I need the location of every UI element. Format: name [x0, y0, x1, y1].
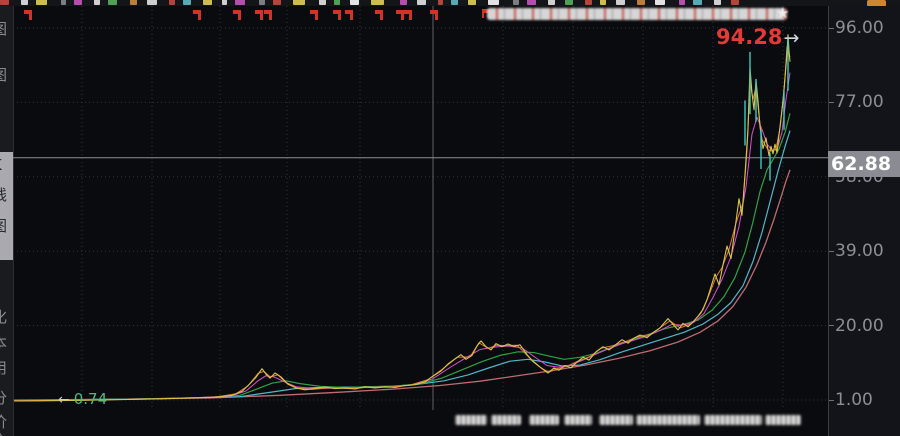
price-alt-line	[14, 47, 790, 401]
blurred-date-label	[636, 415, 700, 425]
axis-tick-label: 96.00	[829, 19, 900, 37]
event-flag-icon[interactable]	[333, 10, 341, 21]
axis-tick-text: 96.00	[835, 18, 884, 38]
blurred-date-label	[765, 415, 801, 425]
event-flag-icon[interactable]	[24, 10, 32, 21]
axis-tick-mark	[829, 28, 834, 29]
flag-stem	[350, 14, 353, 20]
blurred-date-label	[491, 415, 521, 425]
flag-stem	[198, 14, 201, 20]
period-high-annotation: 94.28→	[716, 25, 799, 49]
flag-stem	[260, 14, 263, 20]
arrow-left-icon: ←	[58, 392, 70, 408]
flag-stem	[269, 14, 272, 20]
star-icon: ★	[776, 4, 789, 22]
flag-stem	[338, 14, 341, 20]
blurred-date-label	[599, 415, 633, 425]
axis-tick-mark	[829, 102, 834, 103]
flag-stem	[380, 14, 383, 20]
blur-texture	[455, 415, 487, 425]
series-layer	[14, 35, 790, 401]
axis-tick-mark	[829, 325, 834, 326]
event-marker-specks	[487, 8, 787, 20]
event-flag-icon[interactable]	[430, 10, 438, 21]
axis-tick-label: 1.00	[829, 391, 900, 409]
blur-texture	[599, 415, 633, 425]
blur-texture	[491, 415, 521, 425]
blur-texture	[704, 415, 762, 425]
event-flag-icon[interactable]	[396, 10, 404, 21]
ma-long-line	[14, 170, 790, 400]
price-chart-canvas[interactable]	[0, 0, 900, 436]
event-marker-cluster[interactable]	[487, 8, 787, 20]
blurred-date-label	[455, 415, 487, 425]
event-flag-icon[interactable]	[233, 10, 241, 21]
price-axis[interactable]: 96.0077.0058.0039.0020.001.00 62.88	[828, 6, 900, 436]
event-flag-icon[interactable]	[310, 10, 318, 21]
axis-tick-label: 77.00	[829, 93, 900, 111]
blurred-date-label	[529, 415, 559, 425]
blurred-date-label	[704, 415, 762, 425]
blur-texture	[636, 415, 700, 425]
axis-tick-text: 1.00	[835, 390, 873, 410]
flag-stem	[315, 14, 318, 20]
blur-texture	[564, 415, 592, 425]
period-high-value: 94.28	[716, 25, 782, 49]
blur-texture	[529, 415, 559, 425]
flag-stem	[435, 14, 438, 20]
blurred-date-label	[564, 415, 592, 425]
period-low-annotation: ←0.74	[58, 390, 107, 408]
ma-mid-line	[14, 113, 790, 400]
arrow-right-icon: →	[783, 27, 799, 49]
flag-stem	[238, 14, 241, 20]
period-low-value: 0.74	[74, 390, 107, 408]
event-flag-icon[interactable]	[255, 10, 263, 21]
axis-tick-text: 39.00	[835, 241, 884, 261]
ma-slow-line	[14, 131, 790, 401]
axis-tick-label: 20.00	[829, 317, 900, 335]
blur-texture	[765, 415, 801, 425]
event-flag-icon[interactable]	[404, 10, 412, 21]
axis-tick-label: 39.00	[829, 242, 900, 260]
axis-tick-text: 20.00	[835, 316, 884, 336]
ma-fast-line	[14, 73, 790, 401]
event-flag-icon[interactable]	[264, 10, 272, 21]
axis-tick-mark	[829, 251, 834, 252]
axis-tick-mark	[829, 400, 834, 401]
flag-stem	[29, 14, 32, 20]
event-flag-icon[interactable]	[193, 10, 201, 21]
stock-chart-window: 图图K线图化本用分价个 ★ 94.28→ ←0.74 96.0077.0058.…	[0, 0, 900, 436]
event-flag-icon[interactable]	[375, 10, 383, 21]
last-price-badge: 62.88	[828, 151, 900, 177]
event-flag-icon[interactable]	[345, 10, 353, 21]
axis-tick-text: 77.00	[835, 92, 884, 112]
grid-layer	[13, 6, 834, 410]
flag-stem	[409, 14, 412, 20]
price-line	[14, 35, 790, 401]
